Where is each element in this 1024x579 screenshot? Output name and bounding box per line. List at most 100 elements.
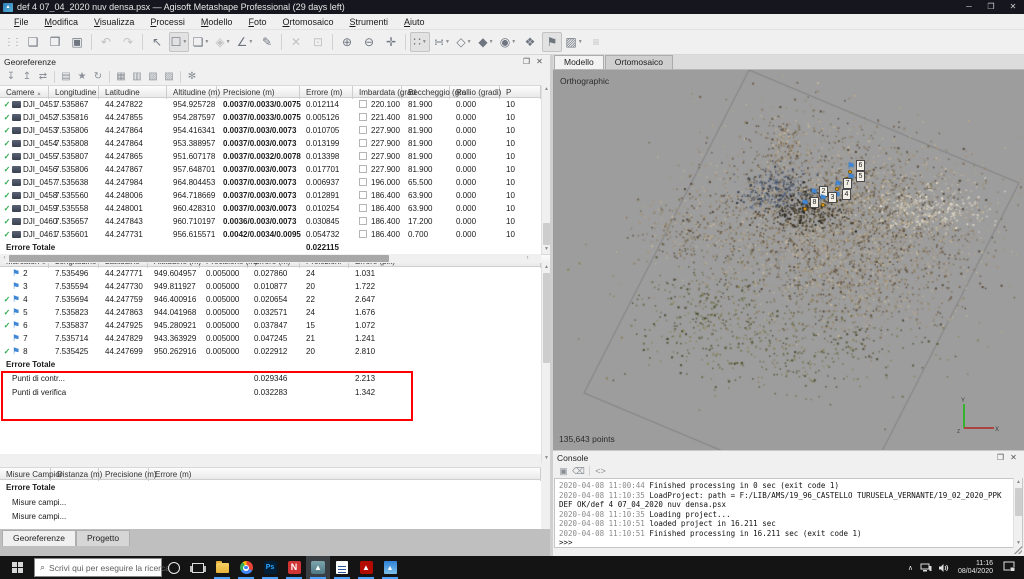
column-header-1[interactable]: Distanza (m) <box>51 468 99 481</box>
column-header-5[interactable]: Errore (m) <box>300 86 353 99</box>
dropdown-arrow-icon[interactable]: ▼ <box>182 39 187 45</box>
model-3d-view[interactable]: Orthographic 135,643 points Y X Z ⚑6⚑5⚑7… <box>553 70 1024 450</box>
column-header-4[interactable]: Precisione (m) <box>217 86 300 99</box>
table-row[interactable]: ✓DJI_04517.53586744.247822954.9257280.00… <box>0 98 550 111</box>
reset-view-icon[interactable]: ✛ <box>381 32 401 52</box>
checkbox[interactable] <box>359 126 367 134</box>
show-markers-icon[interactable]: ⚑ <box>542 32 562 52</box>
menu-item-foto[interactable]: Foto <box>240 14 274 30</box>
column-header-6[interactable]: Imbardata (grad <box>353 86 402 99</box>
table-row[interactable]: ✓DJI_04547.53580844.247864953.3889570.00… <box>0 137 550 150</box>
toolbar-grip[interactable]: ⋮⋮ <box>4 37 20 48</box>
checkbox[interactable] <box>359 178 367 186</box>
point-cloud-canvas[interactable] <box>553 70 1024 450</box>
dropdown-arrow-icon[interactable]: ▼ <box>226 39 231 45</box>
menu-item-visualizza[interactable]: Visualizza <box>86 14 142 30</box>
column-header-7[interactable]: Beccheggio (gra <box>402 86 450 99</box>
dropdown-arrow-icon[interactable]: ▼ <box>204 39 209 45</box>
dense-cloud-icon[interactable]: ∷▼ <box>410 32 430 52</box>
table-row[interactable]: ⚑37.53559444.247730949.8119270.0050000.0… <box>0 280 550 293</box>
menu-item-aiuto[interactable]: Aiuto <box>396 14 433 30</box>
column-header-2[interactable]: Precisione (m) <box>99 468 149 481</box>
dropdown-arrow-icon[interactable]: ▼ <box>248 39 253 45</box>
close-button[interactable]: ✕ <box>1002 0 1024 14</box>
reference-settings-icon[interactable]: ▤ <box>58 69 74 84</box>
dropdown-arrow-icon[interactable]: ▼ <box>422 39 427 45</box>
sparse-cloud-icon[interactable]: ∺▼ <box>432 32 452 52</box>
menu-item-modifica[interactable]: Modifica <box>37 14 87 30</box>
table-row[interactable]: ✓DJI_04607.53565744.247843960.7101970.00… <box>0 215 550 228</box>
resize-grip[interactable] <box>1014 546 1022 554</box>
table-row[interactable]: ✓DJI_04577.53563844.247984964.8044530.00… <box>0 176 550 189</box>
import-reference-icon[interactable]: ↧ <box>3 69 19 84</box>
dropdown-arrow-icon[interactable]: ▼ <box>445 39 450 45</box>
column-header-8[interactable]: Rollio (gradi) <box>450 86 500 99</box>
table-row[interactable]: ✓DJI_04567.53580644.247867957.6487010.00… <box>0 163 550 176</box>
checkbox[interactable] <box>359 204 367 212</box>
table-row[interactable]: ⚑27.53549644.247771949.6049570.0050000.0… <box>0 267 550 280</box>
writer-icon[interactable] <box>330 556 354 579</box>
checkbox[interactable] <box>359 152 367 160</box>
file-explorer-icon[interactable] <box>210 556 234 579</box>
show-images-icon[interactable]: ▨▼ <box>564 32 584 52</box>
view-errors-icon[interactable]: ▥ <box>129 69 145 84</box>
photos-icon[interactable]: ▲ <box>378 556 402 579</box>
dropdown-arrow-icon[interactable]: ▼ <box>578 39 583 45</box>
menu-item-ortomosaico[interactable]: Ortomosaico <box>274 14 341 30</box>
photoshop-icon[interactable]: Ps <box>258 556 282 579</box>
rectangle-selection-icon[interactable]: ☐▼ <box>169 32 189 52</box>
view-source-icon[interactable]: ▨ <box>161 69 177 84</box>
wireframe-model-icon[interactable]: ◇▼ <box>454 32 474 52</box>
table-row[interactable]: ✓DJI_04587.53556044.248006964.7186690.00… <box>0 189 550 202</box>
acrobat-icon[interactable]: ▲ <box>354 556 378 579</box>
scale-bar-row[interactable]: Misure campi... <box>0 509 541 523</box>
ruler-icon[interactable]: ∠▼ <box>235 32 255 52</box>
tray-expand-icon[interactable]: ∧ <box>904 564 917 572</box>
column-header-0[interactable]: Misure Campior <box>0 468 51 481</box>
column-header-0[interactable]: Camere▴ <box>0 86 49 99</box>
column-header-9[interactable]: P <box>500 86 541 99</box>
markers-vertical-scrollbar[interactable]: ▲ ▼ <box>541 263 550 463</box>
minimize-button[interactable]: ─ <box>958 0 980 14</box>
volume-icon[interactable] <box>935 563 952 573</box>
menu-item-processi[interactable]: Processi <box>142 14 193 30</box>
table-row[interactable]: ✓⚑67.53583744.247925945.2809210.0050000.… <box>0 319 550 332</box>
task-view-icon[interactable] <box>186 556 210 579</box>
export-reference-icon[interactable]: ↥ <box>19 69 35 84</box>
table-row[interactable]: ✓DJI_04597.53555844.248001960.4283100.00… <box>0 202 550 215</box>
move-object-icon[interactable]: ❏▼ <box>191 32 211 52</box>
draw-polyline-icon[interactable]: ✎ <box>257 32 277 52</box>
view-estimated-icon[interactable]: ▦ <box>113 69 129 84</box>
shaded-model-icon[interactable]: ◆▼ <box>476 32 496 52</box>
navigation-cursor-icon[interactable]: ↖ <box>147 32 167 52</box>
tab-ortomosaico[interactable]: Ortomosaico <box>605 55 673 69</box>
table-row[interactable]: ✓DJI_04557.53580744.247865951.6071780.00… <box>0 150 550 163</box>
update-transform-icon[interactable]: ↻ <box>90 69 106 84</box>
notepad-n-icon[interactable]: N <box>282 556 306 579</box>
menu-item-file[interactable]: File <box>6 14 37 30</box>
float-console-icon[interactable]: ❐ <box>994 453 1007 462</box>
tab-progetto[interactable]: Progetto <box>76 530 130 546</box>
optimize-cameras-icon[interactable]: ✻ <box>184 69 200 84</box>
save-project-icon[interactable]: ▣ <box>67 32 87 52</box>
taskbar-clock[interactable]: 11:16 08/04/2020 <box>952 560 999 576</box>
menu-item-strumenti[interactable]: Strumenti <box>342 14 397 30</box>
checkbox[interactable] <box>359 139 367 147</box>
show-cameras-icon[interactable]: ◉▼ <box>498 32 518 52</box>
checkbox[interactable] <box>359 165 367 173</box>
convert-reference-icon[interactable]: ⇄ <box>35 69 51 84</box>
dropdown-arrow-icon[interactable]: ▼ <box>511 39 516 45</box>
table-row[interactable]: ✓⚑57.53582344.247863944.0419680.0050000.… <box>0 306 550 319</box>
table-row[interactable]: ✓DJI_04537.53580644.247864954.4163410.00… <box>0 124 550 137</box>
close-panel-icon[interactable]: ✕ <box>533 57 546 66</box>
console-scrollbar[interactable]: ▲ ▼ <box>1013 478 1022 548</box>
chrome-icon[interactable] <box>234 556 258 579</box>
open-project-icon[interactable]: ❒ <box>45 32 65 52</box>
dropdown-arrow-icon[interactable]: ▼ <box>489 39 494 45</box>
dropdown-arrow-icon[interactable]: ▼ <box>467 39 472 45</box>
menu-item-modello[interactable]: Modello <box>193 14 241 30</box>
table-row[interactable]: ⚑77.53571444.247829943.3639290.0050000.0… <box>0 332 550 345</box>
checkbox[interactable] <box>359 191 367 199</box>
save-log-icon[interactable]: ▣ <box>556 465 571 478</box>
console-log[interactable]: 2020-04-08 11:00:44 Finished processing … <box>554 478 1023 548</box>
